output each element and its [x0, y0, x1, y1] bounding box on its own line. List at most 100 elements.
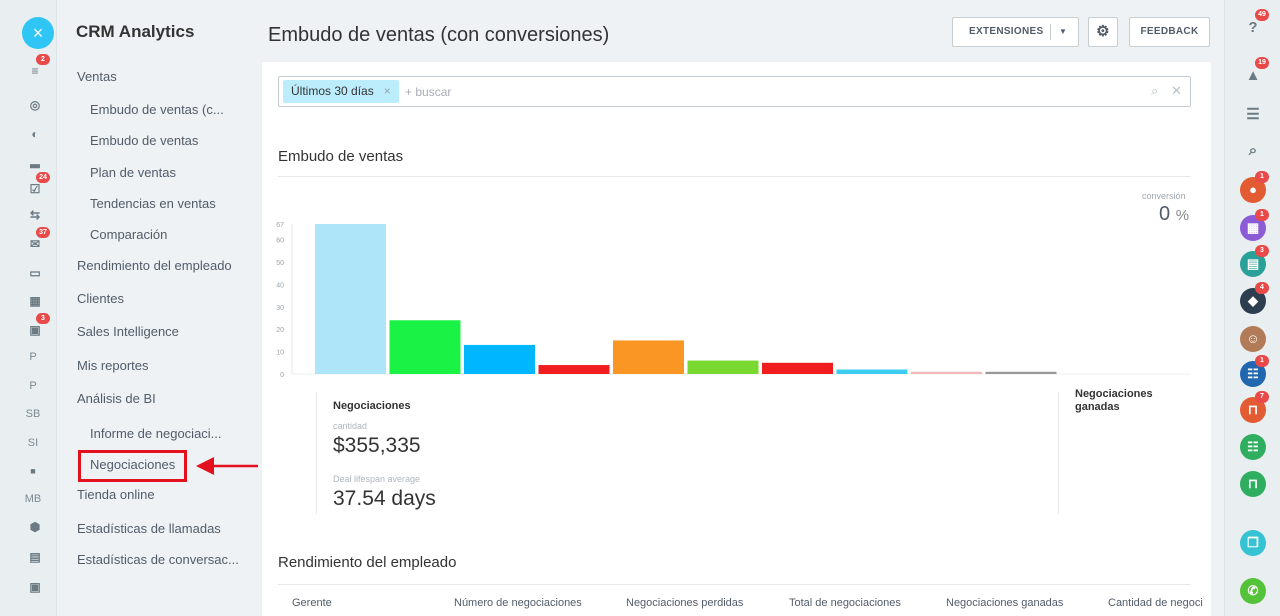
table-column-header[interactable]: Negociaciones ganadas: [946, 597, 1063, 609]
rail-glyph: ✉: [29, 237, 41, 251]
feedback-button[interactable]: FEEDBACK: [1129, 17, 1210, 47]
calendar-chat-icon[interactable]: ▦ 1: [1240, 209, 1269, 241]
sidebar-item[interactable]: Estadísticas de conversac...: [77, 552, 239, 567]
sidebar-item[interactable]: Tendencias en ventas: [90, 196, 216, 211]
rail-glyph: ☷: [1247, 439, 1259, 454]
search-input[interactable]: + buscar: [405, 85, 451, 99]
sidebar-item[interactable]: Embudo de ventas (c...: [90, 102, 224, 117]
sidebar-item[interactable]: Rendimiento del empleado: [77, 258, 232, 273]
chevron-down-icon[interactable]: ▼: [1059, 18, 1067, 46]
period-filter-chip[interactable]: Últimos 30 días ×: [283, 80, 399, 103]
sidebar-item[interactable]: Tienda online: [77, 487, 155, 502]
table-column-header[interactable]: Número de negociaciones: [454, 597, 582, 609]
calendar-icon[interactable]: ▣ 3: [23, 313, 50, 339]
copy-chat-icon[interactable]: ❐: [1240, 530, 1266, 556]
group-chat-icon[interactable]: ▤ 3: [1240, 245, 1269, 277]
archive-icon[interactable]: ▣: [23, 578, 47, 596]
notification-badge: 3: [36, 313, 50, 324]
sidebar-item[interactable]: Análisis de BI: [77, 391, 156, 406]
sidebar-item[interactable]: Ventas: [77, 69, 117, 84]
table-column-header[interactable]: Total de negociaciones: [789, 597, 901, 609]
bell-icon[interactable]: ▲ 19: [1240, 57, 1269, 89]
extensions-button[interactable]: EXTENSIONES ▼: [952, 17, 1079, 47]
notification-badge: 37: [36, 227, 50, 238]
sidebar-item[interactable]: Plan de ventas: [90, 165, 176, 180]
chat-icon[interactable]: ☰: [1240, 102, 1266, 128]
apps-icon[interactable]: ▦: [23, 292, 47, 310]
funnel-bar[interactable]: [613, 340, 684, 374]
document-icon[interactable]: ▤: [23, 548, 47, 566]
funnel-bar[interactable]: [985, 371, 1057, 374]
funnel-bar[interactable]: [464, 344, 535, 374]
window-icon[interactable]: ▭: [23, 264, 47, 282]
notification-badge: 2: [36, 54, 50, 65]
sidebar-item[interactable]: Embudo de ventas: [90, 133, 198, 148]
mail-icon[interactable]: ✉ 37: [23, 227, 50, 253]
sidebar-item[interactable]: Comparación: [90, 227, 167, 242]
rail-glyph: ⊓: [1247, 402, 1259, 417]
video-icon[interactable]: ■: [18, 462, 48, 480]
sidebar-title: CRM Analytics: [76, 22, 195, 41]
sync-icon[interactable]: ⇆: [23, 206, 47, 224]
rail-shortcut[interactable]: MB: [18, 490, 48, 508]
notification-badge: 7: [1255, 391, 1269, 403]
photo-avatar-icon[interactable]: ◆ 4: [1240, 282, 1269, 314]
table-column-header[interactable]: Cantidad de negoci: [1108, 597, 1203, 609]
deals-title: Negociaciones: [333, 400, 411, 412]
sidebar-item[interactable]: Estadísticas de llamadas: [77, 521, 221, 536]
search-icon[interactable]: ⌕: [1151, 83, 1158, 99]
rail-glyph: ◐: [31, 127, 39, 141]
employee-section-title: Rendimiento del empleado: [278, 554, 457, 571]
clear-filter-icon[interactable]: ✕: [1171, 83, 1182, 99]
table-column-header[interactable]: Negociaciones perdidas: [626, 597, 743, 609]
y-tick-label: 40: [276, 282, 284, 289]
lifespan-value: 37.54 days: [333, 487, 436, 510]
rail-glyph: ▣: [29, 323, 41, 337]
chart-icon[interactable]: ▂: [23, 152, 47, 170]
secure-chat-icon[interactable]: ⊓: [1240, 471, 1266, 497]
notification-badge: 1: [1255, 171, 1269, 183]
activity-icon[interactable]: ◎: [23, 96, 47, 114]
filter-bar[interactable]: Últimos 30 días × + buscar ⌕ ✕: [278, 76, 1191, 107]
lifespan-label: Deal lifespan average: [333, 474, 421, 484]
y-tick-label: 30: [276, 305, 284, 312]
rail-glyph: ▤: [1246, 256, 1260, 271]
box-icon[interactable]: ⬢: [23, 518, 47, 536]
rail-shortcut[interactable]: P: [18, 348, 48, 366]
divider: [1050, 24, 1051, 40]
y-tick-label: 0: [280, 372, 284, 379]
extensions-label: EXTENSIONES: [969, 26, 1044, 37]
settings-gear-icon[interactable]: ⚙: [1088, 17, 1118, 47]
sidebar-item[interactable]: Clientes: [77, 291, 124, 306]
deals-stats-box: Negociaciones cantidad $355,335 Deal lif…: [316, 392, 1059, 514]
person-avatar-icon[interactable]: ☺: [1240, 326, 1266, 352]
funnel-bar[interactable]: [315, 224, 386, 374]
rail-shortcut[interactable]: SI: [18, 434, 48, 452]
funnel-bar[interactable]: [538, 365, 610, 374]
help-icon[interactable]: ? 49: [1240, 9, 1269, 41]
phone-icon[interactable]: ✆: [1240, 578, 1266, 604]
tasks-icon[interactable]: ☑ 24: [23, 172, 50, 198]
users-chat-icon[interactable]: ☷: [1240, 434, 1266, 460]
funnel-bar[interactable]: [762, 362, 833, 374]
divider: [278, 176, 1191, 177]
sidebar-item[interactable]: Informe de negociaci...: [90, 426, 222, 441]
search-icon[interactable]: ⌕: [1240, 138, 1266, 164]
chip-remove-icon[interactable]: ×: [384, 84, 391, 98]
table-column-header[interactable]: Gerente: [292, 597, 332, 609]
filter-icon[interactable]: ≡ 2: [23, 54, 50, 80]
rail-glyph: ≡: [31, 64, 39, 78]
funnel-bar[interactable]: [389, 320, 461, 374]
rail-shortcut[interactable]: SB: [18, 405, 48, 423]
funnel-bar[interactable]: [687, 360, 759, 374]
clock-icon[interactable]: ◐: [23, 125, 47, 143]
rail-shortcut[interactable]: P: [18, 377, 48, 395]
funnel-bar[interactable]: [836, 369, 908, 374]
user-avatar-icon[interactable]: ● 1: [1240, 171, 1269, 203]
close-menu-icon[interactable]: ×: [22, 17, 54, 49]
sidebar-item[interactable]: Mis reportes: [77, 358, 149, 373]
lock-chat-icon[interactable]: ⊓ 7: [1240, 391, 1269, 423]
sidebar-item[interactable]: Sales Intelligence: [77, 324, 179, 339]
team-chat-icon[interactable]: ☷ 1: [1240, 355, 1269, 387]
funnel-bar[interactable]: [911, 371, 982, 374]
